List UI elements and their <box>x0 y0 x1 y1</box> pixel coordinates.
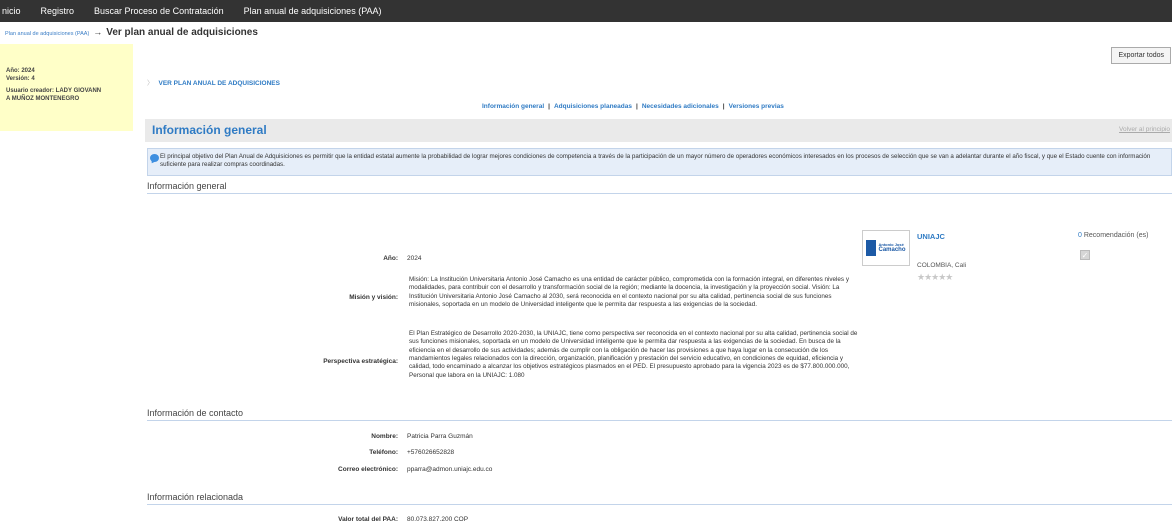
recommendations-label: Recomendación (es) <box>1083 232 1149 239</box>
plan-year: Año: 2024 <box>6 68 35 74</box>
ver-plan-link[interactable]: 〉 VER PLAN ANUAL DE ADQUISICIONES <box>147 77 280 87</box>
related-info-heading: Información relacionada <box>147 492 1172 505</box>
paa-total-label: Valor total del PAA: <box>338 516 398 523</box>
logo-text-line2: Camacho <box>878 246 906 253</box>
speech-bubble-icon <box>150 154 159 162</box>
contact-email-label: Correo electrónico: <box>338 466 398 473</box>
section-tabs: Información general | Adquisiciones planea… <box>482 103 784 110</box>
entity-name-link[interactable]: UNIAJC <box>917 232 945 241</box>
logo-mark-icon <box>866 240 877 256</box>
tab-adquisiciones-planeadas[interactable]: Adquisiciones planeadas <box>554 103 632 110</box>
page-title: Ver plan anual de adquisiciones <box>106 27 258 38</box>
tab-necesidades-adicionales[interactable]: Necesidades adicionales <box>642 103 719 110</box>
nav-plan-anual[interactable]: Plan anual de adquisiciones (PAA) <box>244 6 382 16</box>
plan-creator-line2: A MUÑOZ MONTENEGRO <box>6 95 80 102</box>
strategy-text: El Plan Estratégico de Desarrollo 2020-2… <box>409 330 858 379</box>
contact-phone-label: Teléfono: <box>369 449 398 456</box>
contact-name-label: Nombre: <box>371 433 398 440</box>
notice-text: El principal objetivo del Plan Anual de … <box>160 153 1151 169</box>
section-title: Información general <box>152 123 267 137</box>
ver-plan-label: VER PLAN ANUAL DE ADQUISICIONES <box>158 80 280 87</box>
general-info-heading: Información general <box>147 181 1172 194</box>
top-navigation: nicio Registro Buscar Proceso de Contrat… <box>0 0 1172 22</box>
year-value: 2024 <box>407 255 422 262</box>
entity-location: COLOMBIA, Cali <box>917 262 967 269</box>
recommend-check-icon[interactable]: ✓ <box>1080 250 1090 260</box>
recommendations: 0 Recomendación (es) <box>1078 232 1148 239</box>
nav-inicio[interactable]: nicio <box>2 6 21 16</box>
nav-registro[interactable]: Registro <box>41 6 75 16</box>
breadcrumb-link-paa[interactable]: Plan anual de adquisiciones (PAA) <box>5 31 89 37</box>
tab-separator: | <box>722 103 725 110</box>
export-all-button[interactable]: Exportar todos <box>1111 47 1171 64</box>
info-notice: El principal objetivo del Plan Anual de … <box>147 148 1172 176</box>
contact-info-heading: Información de contacto <box>147 408 1172 421</box>
paa-total-value: 80.073.827.200 COP <box>407 516 469 523</box>
back-to-top-link[interactable]: Volver al principio <box>1119 126 1170 133</box>
tab-separator: | <box>635 103 638 110</box>
breadcrumb: Plan anual de adquisiciones (PAA) → Ver … <box>5 27 258 38</box>
nav-buscar-proceso[interactable]: Buscar Proceso de Contratación <box>94 6 224 16</box>
mission-label: Misión y visión: <box>349 294 398 301</box>
year-label: Año: <box>383 255 398 262</box>
strategy-label: Perspectiva estratégica: <box>323 358 398 365</box>
entity-logo: Antonio José Camacho <box>862 230 910 266</box>
recommendations-count[interactable]: 0 <box>1078 232 1082 239</box>
contact-phone-value: +576026652828 <box>407 449 455 456</box>
plan-info-box: Año: 2024 Versión: 4 Usuario creador: LA… <box>0 44 133 131</box>
tab-versiones-previas[interactable]: Versiones previas <box>729 103 784 110</box>
contact-name-value: Patricia Parra Guzmán <box>407 433 473 440</box>
contact-email-value: pparra@admon.uniajc.edu.co <box>407 466 493 473</box>
section-header: Información general Volver al principio <box>145 119 1172 142</box>
rating-stars-icon: ★★★★★ <box>917 272 953 282</box>
chevron-right-icon: 〉 <box>147 80 154 87</box>
mission-text: Misión: La Institución Universitaria Ant… <box>409 276 849 309</box>
tab-informacion-general[interactable]: Información general <box>482 103 544 110</box>
breadcrumb-arrow-icon: → <box>93 27 103 37</box>
plan-version: Versión: 4 <box>6 75 35 82</box>
plan-creator-line1: Usuario creador: LADY GIOVANN <box>6 88 102 94</box>
tab-separator: | <box>548 103 550 110</box>
